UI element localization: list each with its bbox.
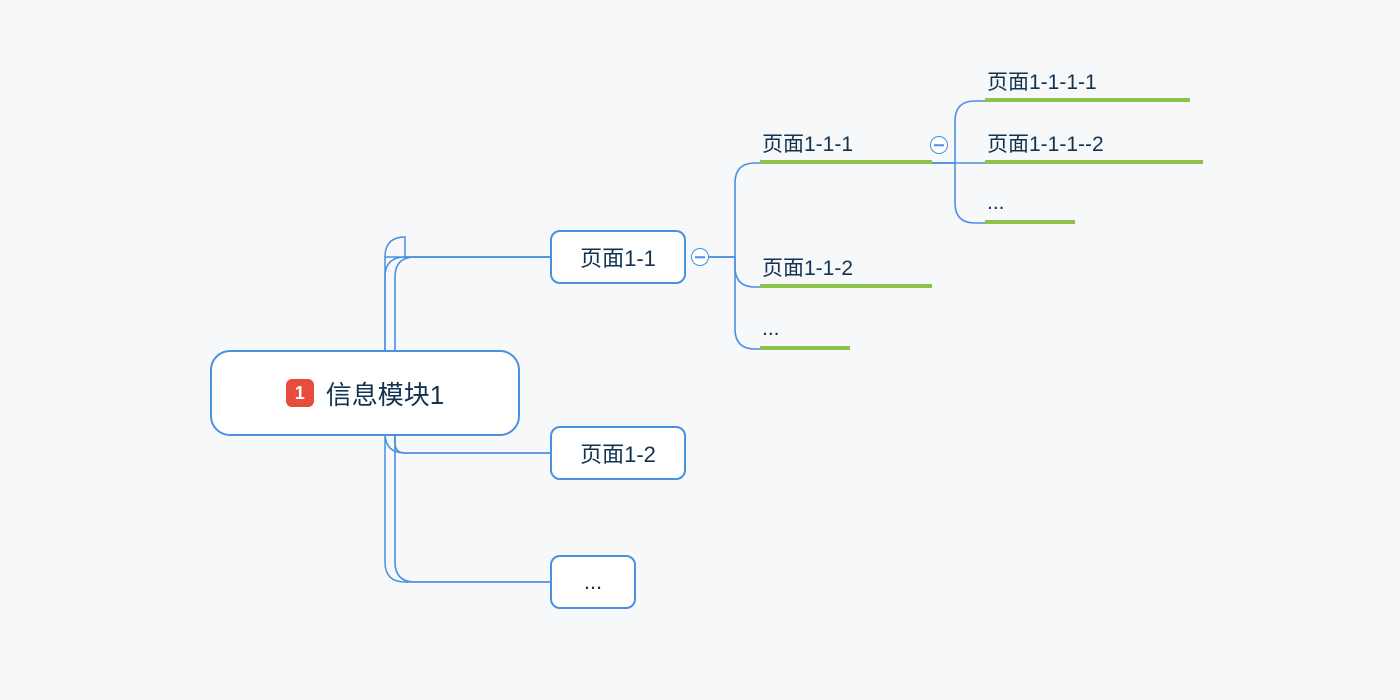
root-label: 信息模块1 [326,375,444,412]
node-page-1-1-1[interactable]: 页面1-1-1 [760,128,932,164]
node-page-1-1[interactable]: 页面1-1 [550,230,686,284]
node-label: 页面1-1-1-1 [987,66,1097,96]
root-node[interactable]: 1 信息模块1 [210,350,520,436]
node-label: ... [584,569,602,595]
root-badge: 1 [286,379,314,407]
node-label: 页面1-2 [580,437,656,469]
node-page-1-1-1-2[interactable]: 页面1-1-1--2 [985,128,1203,164]
node-page-1-1-1-more[interactable]: ... [985,188,1075,224]
mindmap-canvas[interactable]: 1 信息模块1 页面1-1 页面1-2 ... 页面1-1-1 页面1-1-2 … [0,0,1400,700]
node-label: ... [987,191,1005,215]
node-label: 页面1-1-1--2 [987,128,1104,158]
connectors-svg [0,0,1400,700]
node-page-1-1-more[interactable]: ... [760,314,850,350]
node-label: 页面1-1 [580,241,656,273]
node-label: 页面1-1-2 [762,252,853,282]
collapse-toggle-1-1-1[interactable] [930,136,948,154]
node-page-1-more[interactable]: ... [550,555,636,609]
node-label: ... [762,317,780,341]
collapse-toggle-1-1[interactable] [691,248,709,266]
connectors [0,0,1400,700]
node-page-1-1-1-1[interactable]: 页面1-1-1-1 [985,66,1190,102]
node-label: 页面1-1-1 [762,128,853,158]
node-page-1-2[interactable]: 页面1-2 [550,426,686,480]
node-page-1-1-2[interactable]: 页面1-1-2 [760,252,932,288]
